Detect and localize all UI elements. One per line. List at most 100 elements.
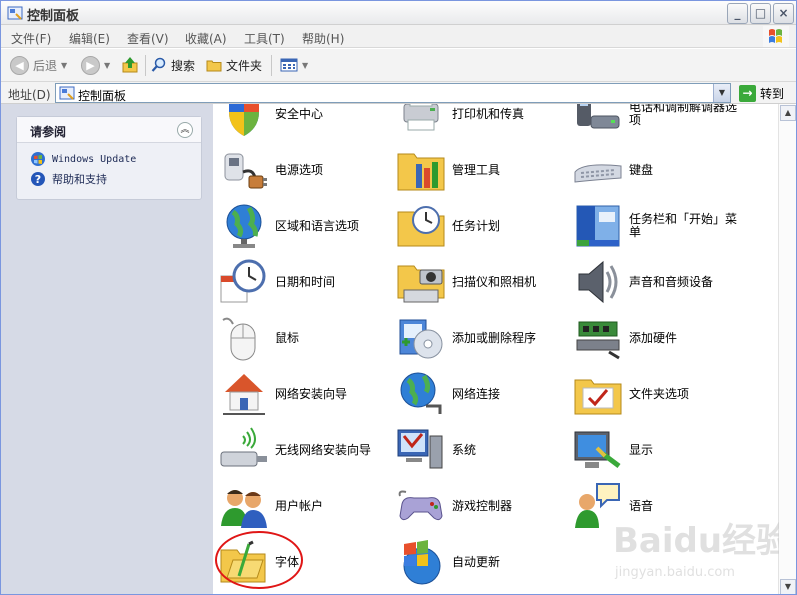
- clock-icon: [220, 259, 266, 303]
- cp-item-automatic-updates[interactable]: 自动更新: [396, 537, 567, 587]
- help-support-link[interactable]: ? 帮助和支持: [30, 171, 107, 187]
- baidu-jingyan-watermark: Baidu经验 jingyan.baidu.com: [613, 521, 779, 580]
- cp-item-scanners-cameras[interactable]: 扫描仪和照相机: [396, 257, 567, 307]
- windows-update-icon: [31, 152, 45, 166]
- cp-item-sounds[interactable]: 声音和音频设备: [573, 257, 744, 307]
- cp-item-add-hardware[interactable]: 添加硬件: [573, 313, 744, 363]
- forward-button[interactable]: ▶ ▼: [81, 54, 110, 76]
- cp-item-label: 任务栏和「开始」菜单: [629, 212, 738, 239]
- menu-help[interactable]: 帮助(H): [302, 30, 344, 47]
- menu-bar: 文件(F) 编辑(E) 查看(V) 收藏(A) 工具(T) 帮助(H): [1, 25, 796, 48]
- minimize-button[interactable]: _: [727, 3, 748, 24]
- cp-item-add-remove-programs[interactable]: 添加或删除程序: [396, 313, 567, 363]
- cp-item-label: 电话和调制解调器选项: [629, 104, 738, 127]
- network-setup-icon: [223, 374, 265, 415]
- menu-tools[interactable]: 工具(T): [244, 30, 285, 47]
- scroll-down-arrow-icon[interactable]: ▼: [780, 579, 796, 594]
- cp-item-label: 添加或删除程序: [452, 330, 537, 345]
- cp-item-label: 网络安装向导: [275, 386, 348, 401]
- cp-item-scheduled-tasks[interactable]: 任务计划: [396, 201, 567, 251]
- cp-item-label: 显示: [629, 442, 654, 457]
- cp-item-game-controllers[interactable]: 游戏控制器: [396, 481, 567, 531]
- see-also-panel: 请参阅 ︽ Windows Update ? 帮助和支持: [16, 116, 202, 200]
- windows-update-link[interactable]: Windows Update: [30, 151, 136, 167]
- cp-item-label: 文件夹选项: [629, 386, 690, 401]
- forward-dropdown-icon[interactable]: ▼: [104, 61, 110, 70]
- cp-item-label: 电源选项: [275, 162, 324, 177]
- cp-item-network-setup[interactable]: 网络安装向导: [219, 369, 390, 419]
- cp-item-regional[interactable]: 区域和语言选项: [219, 201, 390, 251]
- folder-icon: [206, 60, 222, 72]
- cp-item-admin-tools[interactable]: 管理工具: [396, 145, 567, 195]
- watermark-url: jingyan.baidu.com: [614, 565, 735, 580]
- address-dropdown-icon[interactable]: ▼: [713, 84, 730, 102]
- search-button[interactable]: 搜索: [151, 54, 195, 76]
- title-bar: 控制面板 _ □ ×: [1, 1, 796, 25]
- display-icon: [574, 431, 621, 468]
- help-support-label: 帮助和支持: [52, 173, 107, 186]
- forward-arrow-icon: ▶: [81, 55, 100, 75]
- see-also-header[interactable]: 请参阅 ︽: [17, 117, 201, 143]
- cp-item-label: 扫描仪和照相机: [452, 274, 537, 289]
- cp-item-power-options[interactable]: 电源选项: [219, 145, 390, 195]
- control-panel-icon: [7, 6, 23, 20]
- back-dropdown-icon[interactable]: ▼: [61, 61, 67, 70]
- maximize-button[interactable]: □: [750, 3, 771, 24]
- scanner-camera-icon: [397, 265, 445, 303]
- security-center-icon: [229, 104, 259, 136]
- cp-item-label: 无线网络安装向导: [275, 442, 372, 457]
- window-title: 控制面板: [27, 9, 80, 24]
- go-label: 转到: [760, 86, 785, 101]
- cp-item-label: 用户帐户: [275, 498, 324, 513]
- cp-item-label: 声音和音频设备: [629, 274, 714, 289]
- cp-item-mouse[interactable]: 鼠标: [219, 313, 390, 363]
- toolbar: ◀ 后退 ▼ ▶ ▼ 搜索 文件夹 ▼: [1, 49, 796, 82]
- cp-item-wireless-setup[interactable]: 无线网络安装向导: [219, 425, 390, 475]
- cp-item-folder-options[interactable]: 文件夹选项: [573, 369, 744, 419]
- views-dropdown-icon: ▼: [302, 60, 309, 70]
- folders-button[interactable]: 文件夹: [206, 54, 262, 76]
- vertical-scrollbar[interactable]: ▲ ▼: [778, 104, 796, 594]
- address-bar: 地址(D) 控制面板 ▼ → 转到: [1, 82, 796, 104]
- cp-item-label: 任务计划: [452, 218, 501, 233]
- up-folder-button[interactable]: [121, 54, 139, 76]
- phone-modem-icon: [577, 104, 620, 129]
- printer-icon: [403, 104, 439, 131]
- cp-item-taskbar[interactable]: 任务栏和「开始」菜单: [573, 201, 744, 251]
- power-options-icon: [224, 153, 267, 189]
- cp-item-label: 系统: [452, 442, 477, 457]
- go-arrow-icon: →: [739, 84, 756, 102]
- cp-item-phone-modem[interactable]: 电话和调制解调器选项: [573, 104, 744, 139]
- cp-item-label: 区域和语言选项: [275, 218, 360, 233]
- scroll-up-arrow-icon[interactable]: ▲: [780, 105, 796, 121]
- cp-item-label: 网络连接: [452, 386, 501, 401]
- back-button[interactable]: ◀ 后退 ▼: [10, 54, 67, 76]
- close-button[interactable]: ×: [773, 3, 794, 24]
- control-panel-icon: [59, 86, 75, 100]
- cp-item-label: 自动更新: [452, 554, 501, 569]
- cp-item-security-center[interactable]: 安全中心: [219, 104, 390, 139]
- menu-file[interactable]: 文件(F): [11, 30, 51, 47]
- help-icon: ?: [31, 172, 45, 186]
- cp-item-system[interactable]: 系统: [396, 425, 567, 475]
- cp-item-display[interactable]: 显示: [573, 425, 744, 475]
- menu-favorites[interactable]: 收藏(A): [185, 30, 227, 47]
- cp-item-keyboard[interactable]: 键盘: [573, 145, 744, 195]
- views-button[interactable]: ▼: [280, 54, 308, 76]
- collapse-chevron-icon[interactable]: ︽: [177, 122, 193, 138]
- cp-item-user-accounts[interactable]: 用户帐户: [219, 481, 390, 531]
- toolbar-separator: [271, 55, 272, 76]
- address-field[interactable]: 控制面板 ▼: [55, 83, 731, 103]
- cp-item-printers[interactable]: 打印机和传真: [396, 104, 567, 139]
- address-value: 控制面板: [78, 89, 127, 103]
- go-button[interactable]: → 转到: [739, 83, 784, 103]
- cp-item-date-time[interactable]: 日期和时间: [219, 257, 390, 307]
- windows-update-label: Windows Update: [52, 153, 137, 165]
- cp-item-network-connections[interactable]: 网络连接: [396, 369, 567, 419]
- add-hardware-icon: [576, 321, 620, 360]
- menu-view[interactable]: 查看(V): [127, 30, 169, 47]
- toolbar-separator: [145, 55, 146, 76]
- menu-edit[interactable]: 编辑(E): [69, 30, 110, 47]
- mouse-icon: [222, 317, 256, 361]
- address-label: 地址(D): [8, 88, 51, 102]
